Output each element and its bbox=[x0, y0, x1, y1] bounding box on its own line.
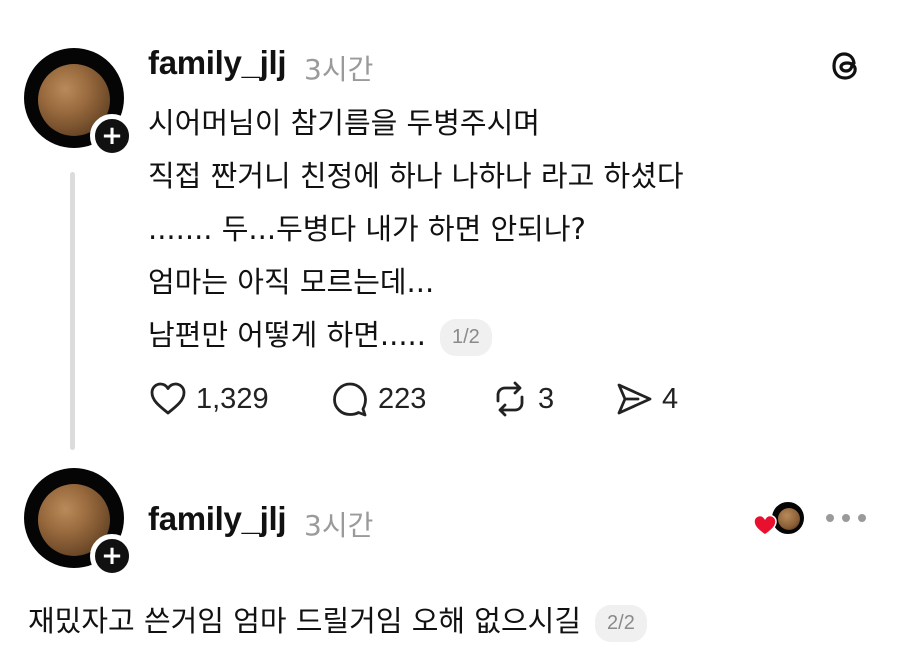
post-username[interactable]: family_jlj bbox=[148, 44, 287, 82]
reply-username[interactable]: family_jlj bbox=[148, 500, 287, 538]
more-icon-dot bbox=[858, 514, 866, 522]
reply-text-row: 재밌자고 쓴거임 엄마 드릴거임 오해 없으시길 2/2 bbox=[28, 598, 647, 642]
post-text-line-2: 직접 짠거니 친정에 하나 나하나 라고 하셨다 bbox=[148, 159, 684, 193]
plus-icon: + bbox=[101, 541, 123, 571]
follow-plus-button[interactable]: + bbox=[90, 114, 134, 158]
post-text-line-1: 시어머님이 참기름을 두병주시며 bbox=[148, 106, 540, 140]
share-icon bbox=[617, 383, 652, 415]
post-time: 3시간 bbox=[304, 53, 374, 86]
reply-avatar[interactable]: + bbox=[24, 468, 134, 578]
follow-plus-button[interactable]: + bbox=[90, 534, 134, 578]
more-icon bbox=[826, 514, 834, 522]
reply-time: 3시간 bbox=[304, 509, 374, 542]
more-icon-dot bbox=[842, 514, 850, 522]
post-pager-badge: 1/2 bbox=[439, 318, 492, 356]
share-count: 4 bbox=[662, 382, 679, 415]
heart-icon bbox=[150, 382, 186, 415]
reply-text: 재밌자고 쓴거임 엄마 드릴거임 오해 없으시길 bbox=[28, 604, 582, 638]
threads-logo-icon[interactable] bbox=[826, 46, 866, 86]
share-button[interactable]: 4 bbox=[614, 378, 678, 420]
reply-pager-badge: 2/2 bbox=[595, 604, 647, 642]
repost-count: 3 bbox=[538, 382, 555, 415]
post-text-line-5-row: 남편만 어떻게 하면..... 1/2 bbox=[148, 312, 492, 356]
repost-icon bbox=[496, 381, 524, 417]
comment-icon bbox=[333, 382, 367, 417]
more-options-button[interactable] bbox=[826, 504, 866, 532]
comment-count: 223 bbox=[378, 382, 427, 415]
avatar[interactable]: + bbox=[24, 48, 134, 158]
thread-connector-line bbox=[70, 172, 75, 450]
plus-icon: + bbox=[101, 121, 123, 151]
like-count: 1,329 bbox=[196, 382, 269, 415]
comment-button[interactable]: 223 bbox=[330, 378, 426, 420]
like-button[interactable]: 1,329 bbox=[148, 378, 269, 420]
repost-button[interactable]: 3 bbox=[490, 378, 554, 420]
post-text-line-4: 엄마는 아직 모르는데... bbox=[148, 265, 435, 299]
post-text-line-3: ....... 두...두병다 내가 하면 안되나? bbox=[148, 212, 586, 246]
liked-by-author-indicator bbox=[752, 498, 806, 542]
heart-filled-icon bbox=[753, 514, 777, 536]
post-text-line-5: 남편만 어떻게 하면..... bbox=[148, 318, 426, 352]
